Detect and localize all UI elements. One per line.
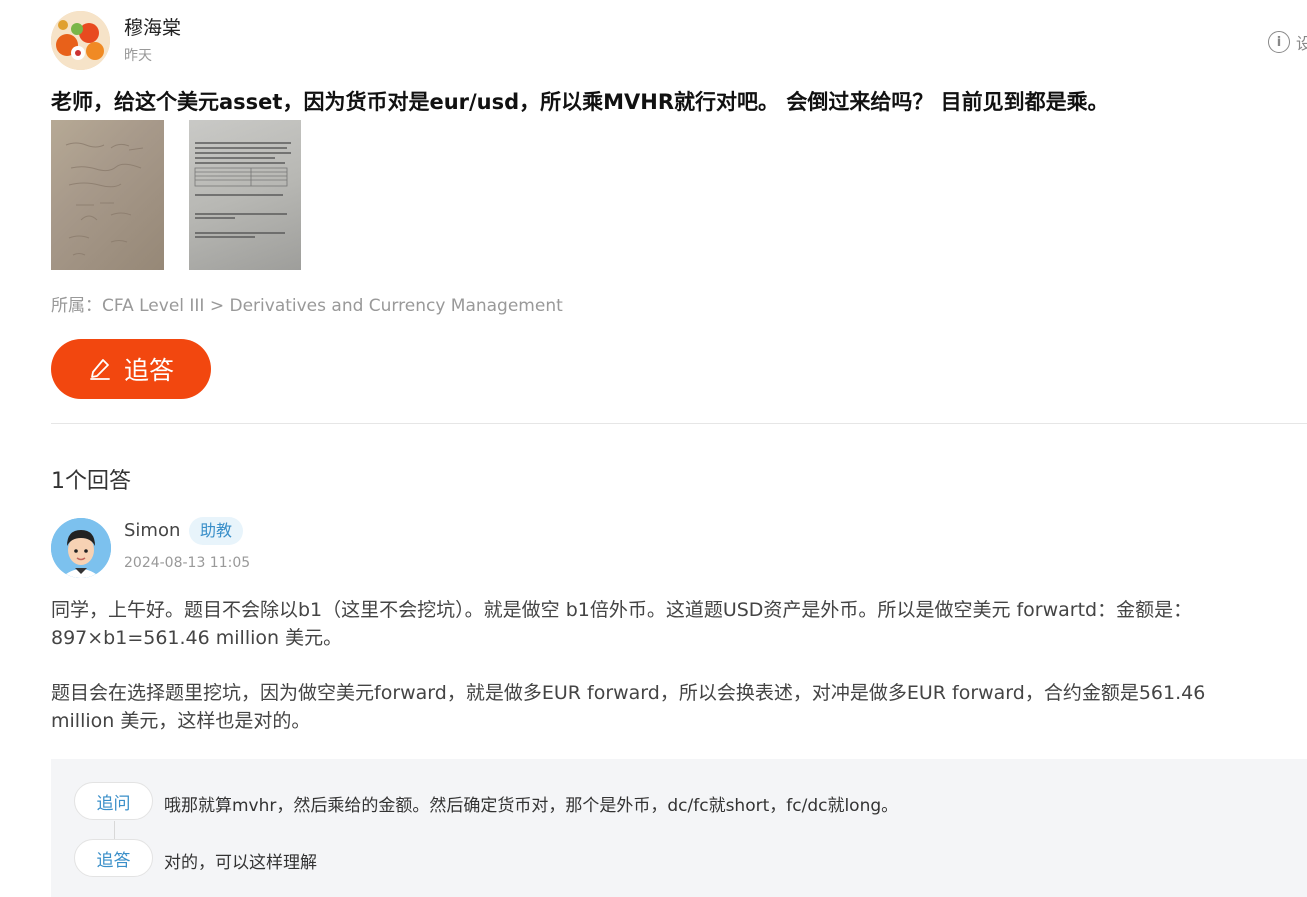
followup-thread: 追问 哦那就算mvhr，然后乘给的金额。然后确定货币对，那个是外币，dc/fc就… — [51, 759, 1307, 897]
attachment-thumbnail-handwritten[interactable] — [51, 120, 164, 270]
asker-avatar[interactable] — [51, 11, 110, 70]
followup-button[interactable]: 追答 — [51, 339, 211, 399]
answerer-avatar[interactable] — [51, 518, 111, 578]
followup-answer-tag: 追答 — [74, 839, 153, 877]
pencil-icon — [90, 359, 110, 380]
report-text: 设 — [1296, 34, 1307, 53]
followup-answer-text: 对的，可以这样理解 — [164, 853, 317, 873]
category-breadcrumb[interactable]: 所属：CFA Level III > Derivatives and Curre… — [51, 291, 563, 316]
answer-time: 2024-08-13 11:05 — [124, 555, 251, 571]
asker-time: 昨天 — [124, 48, 152, 64]
followup-button-label: 追答 — [123, 356, 174, 385]
info-circle-icon: i — [1268, 31, 1290, 53]
report-link[interactable]: i 设 — [1268, 30, 1307, 54]
divider — [51, 423, 1307, 424]
question-text: 老师，给这个美元asset，因为货币对是eur/usd，所以乘MVHR就行对吧。… — [51, 90, 1109, 114]
answer-paragraph: 同学，上午好。题目不会除以b1（这里不会挖坑）。就是做空 b1倍外币。这道题US… — [51, 599, 1193, 649]
answer-count: 1个回答 — [51, 469, 131, 494]
asker-name[interactable]: 穆海棠 — [124, 13, 181, 40]
followup-question-text: 哦那就算mvhr，然后乘给的金额。然后确定货币对，那个是外币，dc/fc就sho… — [164, 796, 899, 816]
answer-paragraph: 题目会在选择题里挖坑，因为做空美元forward，就是做多EUR forward… — [51, 682, 1206, 732]
role-badge: 助教 — [189, 517, 244, 545]
answerer-name[interactable]: Simon — [124, 520, 180, 541]
attachment-thumbnail-printed[interactable] — [189, 120, 301, 270]
followup-question-tag: 追问 — [74, 782, 153, 820]
